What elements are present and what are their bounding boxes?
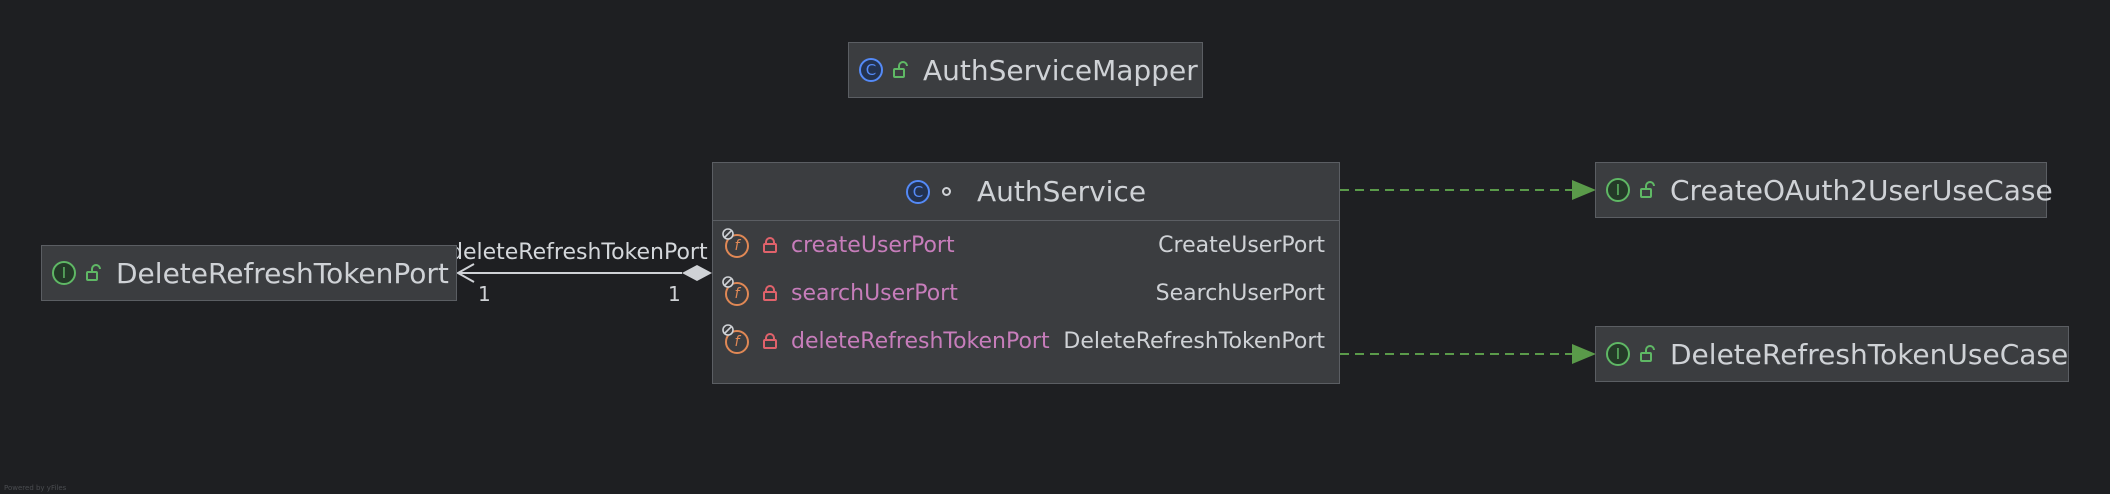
field-type: DeleteRefreshTokenPort [1063, 328, 1325, 354]
class-icon: C [905, 179, 930, 204]
final-field-icon: f [722, 276, 751, 307]
node-title: AuthServiceMapper [923, 53, 1198, 87]
node-create-oauth2-user-use-case[interactable]: I CreateOAuth2UserUseCase [1595, 162, 2053, 218]
node-title: CreateOAuth2UserUseCase [1670, 173, 2053, 207]
unlock-icon [1640, 181, 1655, 198]
node-delete-refresh-token-use-case[interactable]: I DeleteRefreshTokenUseCase [1595, 326, 2069, 382]
realization-arrowhead-delete-refresh-token [1572, 344, 1596, 364]
node-auth-service-mapper[interactable]: C AuthServiceMapper [848, 42, 1203, 98]
lock-icon [763, 333, 777, 349]
node-title: AuthService [976, 175, 1147, 208]
field-name: searchUserPort [791, 280, 958, 306]
class-header: C AuthService [713, 163, 1339, 221]
unlock-icon [86, 264, 101, 281]
final-field-icon: f [722, 228, 751, 259]
realization-arrowhead-create-oauth2 [1572, 180, 1596, 200]
final-field-icon: f [722, 324, 751, 355]
watermark: Powered by yFiles [4, 484, 67, 492]
field-type: SearchUserPort [1155, 280, 1325, 306]
uml-class-diagram: deleteRefreshTokenPort 1 1 C AuthService… [0, 0, 2110, 494]
lock-icon [763, 285, 777, 301]
node-delete-refresh-token-port[interactable]: I DeleteRefreshTokenPort [41, 245, 457, 301]
interface-icon: I [1606, 178, 1630, 202]
composition-diamond [682, 265, 712, 281]
field-row[interactable]: f searchUserPort SearchUserPort [713, 269, 1339, 317]
node-auth-service[interactable]: C AuthService f createUserPort CreateUse… [712, 162, 1340, 384]
class-icon: C [859, 58, 883, 82]
field-name: createUserPort [791, 232, 955, 258]
source-multiplicity: 1 [668, 282, 681, 306]
node-title: DeleteRefreshTokenUseCase [1670, 337, 2069, 371]
node-title: DeleteRefreshTokenPort [116, 256, 449, 290]
interface-icon: I [1606, 342, 1630, 366]
field-name: deleteRefreshTokenPort [791, 328, 1050, 354]
package-private-dot-icon [941, 187, 951, 196]
field-row[interactable]: f createUserPort CreateUserPort [713, 221, 1339, 269]
unlock-icon [893, 61, 908, 78]
target-multiplicity: 1 [478, 282, 491, 306]
unlock-icon [1640, 345, 1655, 362]
interface-icon: I [52, 261, 76, 285]
lock-icon [763, 237, 777, 253]
field-row[interactable]: f deleteRefreshTokenPort DeleteRefreshTo… [713, 317, 1339, 365]
field-type: CreateUserPort [1158, 232, 1325, 258]
composition-edge-label: deleteRefreshTokenPort [449, 240, 708, 265]
